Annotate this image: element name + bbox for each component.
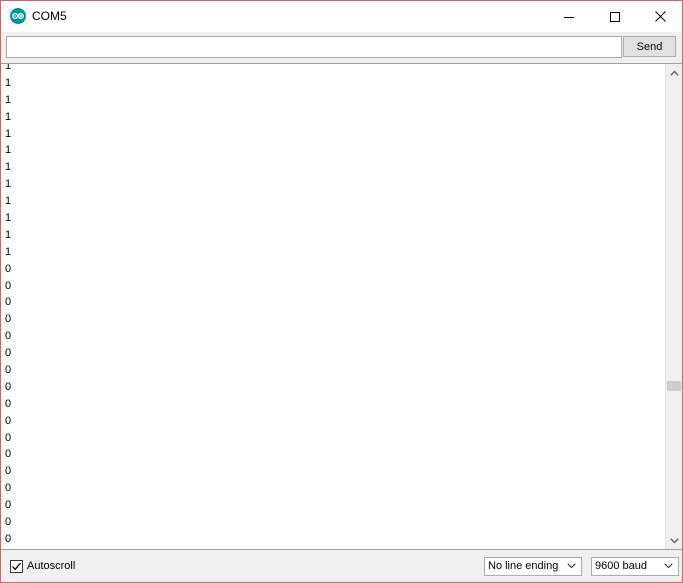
output-line: 0: [5, 330, 12, 343]
chevron-down-icon: [664, 563, 673, 569]
output-line: 1: [5, 93, 12, 106]
output-line: 0: [5, 431, 12, 444]
baud-rate-select[interactable]: 9600 baud: [591, 557, 679, 576]
line-ending-select[interactable]: No line ending: [484, 557, 582, 576]
output-line: 1: [5, 110, 12, 123]
output-line: 1: [5, 76, 12, 89]
output-line: 0: [5, 465, 12, 478]
output-line: 1: [5, 144, 12, 157]
title-bar[interactable]: COM5: [1, 1, 682, 32]
chevron-down-icon: [567, 563, 576, 569]
baud-rate-value: 9600 baud: [595, 560, 647, 572]
line-ending-value: No line ending: [488, 560, 559, 572]
chevron-up-icon: [670, 70, 679, 76]
minimize-icon: [564, 16, 574, 18]
output-line: 1: [5, 212, 12, 225]
minimize-button[interactable]: [546, 1, 592, 32]
output-line: 1: [5, 178, 12, 191]
output-line: 0: [5, 414, 12, 427]
serial-output[interactable]: 1 1 1 1 1 1 1 1 1 1 1 1 0 0 0 0 0 0 0 0 0 0 0 0 0 0 0 0 0: [1, 63, 682, 550]
output-line: 1: [5, 195, 12, 208]
autoscroll-checkbox[interactable]: [10, 560, 23, 573]
output-line: 1: [5, 127, 12, 140]
output-line: 1: [5, 245, 12, 258]
output-line: 0: [5, 516, 12, 529]
output-line: 0: [5, 482, 12, 495]
maximize-button[interactable]: [592, 1, 638, 32]
output-lines: 1 1 1 1 1 1 1 1 1 1 1 1 0 0 0 0 0 0 0 0 0 0 0 0 0 0 0 0 0: [5, 63, 655, 548]
send-button[interactable]: Send: [623, 36, 676, 57]
scroll-up-button[interactable]: [666, 64, 682, 81]
window-title: COM5: [32, 9, 67, 23]
send-input[interactable]: [6, 36, 622, 58]
vertical-scrollbar[interactable]: [665, 64, 682, 549]
output-line: 0: [5, 364, 12, 377]
scroll-thumb[interactable]: [667, 380, 681, 391]
arduino-icon: [10, 8, 26, 24]
output-line: 1: [5, 63, 12, 72]
output-line: 0: [5, 296, 12, 309]
output-line: 1: [5, 228, 12, 241]
chevron-down-icon: [670, 537, 679, 543]
output-line: 1: [5, 161, 12, 174]
checkmark-icon: [12, 562, 21, 571]
output-line: 0: [5, 279, 12, 292]
output-line: 0: [5, 499, 12, 512]
output-line: 0: [5, 448, 12, 461]
maximize-icon: [610, 11, 620, 22]
close-button[interactable]: [637, 1, 682, 32]
serial-monitor-window: COM5 Send 1 1 1 1 1 1 1 1 1 1 1 1 0 0 0 0 0 0 0 0 0 0 0 0 0 0 0 0 0: [0, 0, 683, 583]
output-line: 0: [5, 313, 12, 326]
status-bar: Autoscroll No line ending 9600 baud: [1, 551, 682, 582]
output-line: 0: [5, 380, 12, 393]
output-line: 0: [5, 397, 12, 410]
close-icon: [654, 11, 666, 22]
autoscroll-label: Autoscroll: [27, 560, 76, 572]
output-line: 0: [5, 532, 12, 545]
send-bar: Send: [1, 32, 682, 62]
output-line: 0: [5, 347, 12, 360]
scroll-down-button[interactable]: [666, 532, 682, 549]
output-line: 0: [5, 262, 12, 275]
